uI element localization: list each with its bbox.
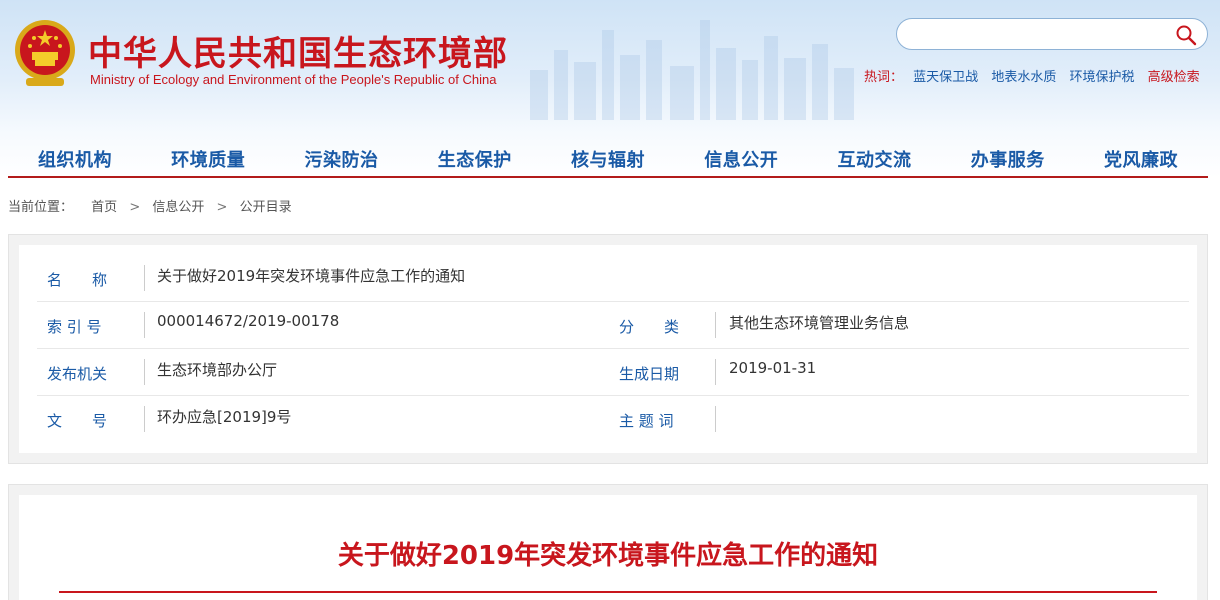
nav-item-pollution[interactable]: 污染防治 <box>305 146 379 176</box>
meta-value-docno: 环办应急[2019]9号 <box>157 408 292 426</box>
breadcrumb-label: 当前位置： <box>8 200 74 215</box>
meta-label: 主 题 词 <box>619 412 674 430</box>
search-input[interactable] <box>911 25 1161 45</box>
document-meta-table: 名 称 关于做好2019年突发环境事件应急工作的通知 索 引 号 0000146… <box>19 245 1197 453</box>
nav-item-services[interactable]: 办事服务 <box>971 146 1045 176</box>
skyline-decoration <box>530 20 854 120</box>
meta-value-issuer: 生态环境部办公厅 <box>157 361 278 379</box>
meta-label: 文 号 <box>47 412 108 430</box>
nav-item-party[interactable]: 党风廉政 <box>1104 146 1178 176</box>
site-title: 中华人民共和国生态环境部 <box>88 34 508 74</box>
meta-divider <box>715 312 716 338</box>
site-subtitle: Ministry of Ecology and Environment of t… <box>90 72 497 87</box>
national-emblem-icon[interactable] <box>12 16 78 90</box>
nav-item-interaction[interactable]: 互动交流 <box>838 146 912 176</box>
meta-row-name: 名 称 关于做好2019年突发环境事件应急工作的通知 <box>37 255 1189 302</box>
nav-item-info-public[interactable]: 信息公开 <box>704 146 778 176</box>
breadcrumb-separator: > <box>216 200 228 215</box>
meta-divider <box>144 265 145 291</box>
article-body: 关于做好2019年突发环境事件应急工作的通知 <box>19 495 1197 600</box>
meta-label: 分 类 <box>619 318 680 336</box>
meta-value-name: 关于做好2019年突发环境事件应急工作的通知 <box>157 267 466 285</box>
hotwords: 热词： 蓝天保卫战 地表水水质 环境保护税 高级检索 <box>864 66 1209 85</box>
meta-divider <box>715 406 716 432</box>
hotwords-label: 热词： <box>864 70 904 85</box>
search-icon[interactable] <box>1175 24 1197 46</box>
main-nav: 组织机构 环境质量 污染防治 生态保护 核与辐射 信息公开 互动交流 办事服务 … <box>8 146 1208 178</box>
meta-row-issuer: 发布机关 生态环境部办公厅 生成日期 2019-01-31 <box>37 349 1189 396</box>
nav-item-ecology[interactable]: 生态保护 <box>438 146 512 176</box>
meta-divider <box>144 312 145 338</box>
search-box <box>896 18 1208 50</box>
nav-item-nuclear[interactable]: 核与辐射 <box>571 146 645 176</box>
hotword-link[interactable]: 地表水水质 <box>991 70 1056 85</box>
breadcrumb-item-catalog[interactable]: 公开目录 <box>240 200 292 215</box>
document-meta-panel: 名 称 关于做好2019年突发环境事件应急工作的通知 索 引 号 0000146… <box>8 234 1208 464</box>
article-title-divider <box>59 591 1157 593</box>
meta-label: 生成日期 <box>619 365 680 383</box>
hotword-link[interactable]: 环境保护税 <box>1069 70 1134 85</box>
article-title: 关于做好2019年突发环境事件应急工作的通知 <box>337 541 879 571</box>
meta-value-date: 2019-01-31 <box>729 359 817 377</box>
meta-value-index: 000014672/2019-00178 <box>157 312 340 330</box>
nav-item-org[interactable]: 组织机构 <box>38 146 112 176</box>
meta-row-docno: 文 号 环办应急[2019]9号 主 题 词 <box>37 396 1189 443</box>
meta-divider <box>144 406 145 432</box>
advanced-search-link[interactable]: 高级检索 <box>1148 70 1200 85</box>
meta-divider <box>715 359 716 385</box>
meta-label: 名 称 <box>47 271 108 289</box>
site-header: 中华人民共和国生态环境部 Ministry of Ecology and Env… <box>0 0 1220 178</box>
breadcrumb-item-info[interactable]: 信息公开 <box>152 200 204 215</box>
meta-label: 索 引 号 <box>47 318 102 336</box>
meta-value-category: 其他生态环境管理业务信息 <box>729 314 910 332</box>
meta-row-index: 索 引 号 000014672/2019-00178 分 类 其他生态环境管理业… <box>37 302 1189 349</box>
hotword-link[interactable]: 蓝天保卫战 <box>913 70 978 85</box>
article-panel: 关于做好2019年突发环境事件应急工作的通知 <box>8 484 1208 600</box>
breadcrumb: 当前位置： 首页 > 信息公开 > 公开目录 <box>8 196 292 215</box>
meta-label: 发布机关 <box>47 365 108 383</box>
breadcrumb-separator: > <box>129 200 141 215</box>
nav-item-env-quality[interactable]: 环境质量 <box>171 146 245 176</box>
breadcrumb-item-home[interactable]: 首页 <box>91 200 117 215</box>
meta-divider <box>144 359 145 385</box>
